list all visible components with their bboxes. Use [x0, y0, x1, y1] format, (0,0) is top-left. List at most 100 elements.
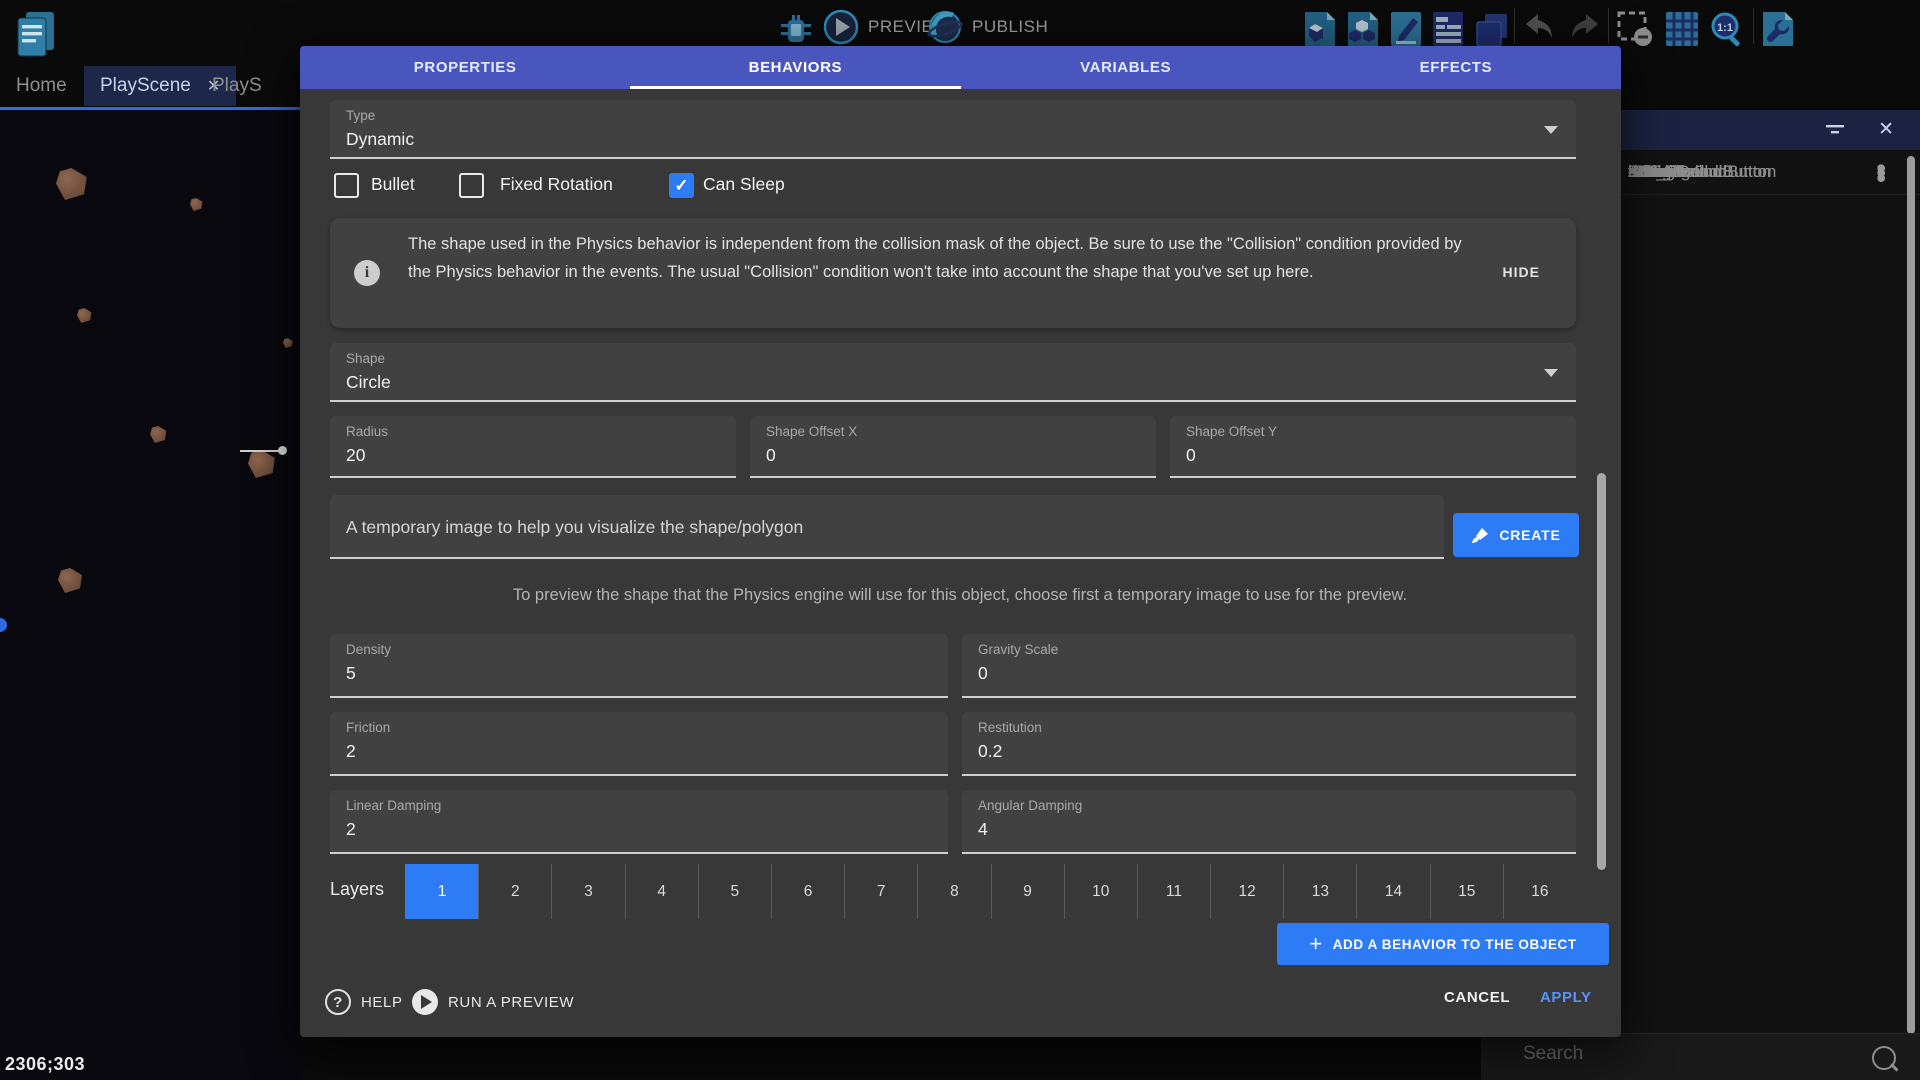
grid-icon[interactable]	[1664, 10, 1700, 48]
shape-fields-row: Radius 20 Shape Offset X 0 Shape Offset …	[330, 416, 1576, 478]
layer-button[interactable]: 12	[1210, 864, 1283, 919]
layer-button[interactable]: 10	[1064, 864, 1137, 919]
help-button[interactable]: ? HELP	[325, 989, 403, 1015]
tab-playscene2[interactable]: PlayS	[196, 66, 278, 106]
object-name: ArrowRoundButton	[1628, 162, 1772, 182]
dialog-scrollbar[interactable]	[1597, 473, 1606, 870]
bullet-label: Bullet	[371, 174, 415, 195]
tab-home-label: Home	[16, 75, 67, 97]
object-menu-icon[interactable]: ●●●	[1876, 165, 1886, 180]
shape-value: Circle	[346, 372, 391, 393]
layers-label: Layers	[330, 879, 384, 900]
gdevelop-window: PREVIEW PUBLISH	[0, 0, 1920, 1080]
asteroid-sprite[interactable]	[248, 450, 276, 478]
number-field[interactable]: Friction 2	[330, 712, 948, 776]
can-sleep-label: Can Sleep	[703, 174, 785, 195]
layer-button[interactable]: 14	[1356, 864, 1429, 919]
filter-icon[interactable]	[1825, 121, 1845, 139]
toolbar-divider	[1608, 8, 1609, 44]
objects-icon[interactable]	[1303, 10, 1337, 48]
run-preview-button[interactable]: RUN A PREVIEW	[412, 989, 574, 1015]
shape-label: Shape	[346, 351, 385, 366]
zoom-1-1-icon[interactable]: 1:1	[1708, 10, 1746, 48]
layer-button[interactable]: 15	[1430, 864, 1503, 919]
layer-button[interactable]: 3	[551, 864, 624, 919]
checkbox-row: Bullet Fixed Rotation ✓ Can Sleep	[300, 173, 1621, 199]
number-field[interactable]: Angular Damping 4	[962, 790, 1576, 854]
tab-home[interactable]: Home	[0, 66, 83, 106]
project-manager-icon[interactable]	[12, 8, 60, 58]
dialog-tab-bar: PROPERTIES BEHAVIORS VARIABLES EFFECTS	[300, 46, 1621, 89]
layer-button[interactable]: 7	[844, 864, 917, 919]
tab-effects[interactable]: EFFECTS	[1291, 46, 1621, 89]
cancel-button[interactable]: CANCEL	[1444, 989, 1510, 1006]
physics-props-grid: Density 5 Gravity Scale 0 Friction 2 Res…	[330, 634, 1576, 854]
gizmo-handle[interactable]	[278, 446, 287, 455]
tab-properties[interactable]: PROPERTIES	[300, 46, 630, 89]
temp-image-field[interactable]: A temporary image to help you visualize …	[330, 495, 1444, 559]
layer-button[interactable]: 1	[405, 864, 478, 919]
number-field[interactable]: Shape Offset X 0	[750, 416, 1156, 478]
asteroid-sprite[interactable]	[77, 308, 92, 323]
asteroid-sprite[interactable]	[56, 168, 88, 200]
preview-hint: To preview the shape that the Physics en…	[340, 586, 1580, 605]
publish-icon	[926, 8, 964, 46]
fixed-rotation-checkbox[interactable]	[459, 173, 484, 198]
tab-playscene2-label: PlayS	[212, 75, 262, 97]
asteroid-sprite[interactable]	[283, 338, 293, 348]
mask-icon[interactable]	[1616, 10, 1654, 48]
asteroid-sprite[interactable]	[190, 198, 203, 211]
type-value: Dynamic	[346, 129, 414, 150]
layer-button[interactable]: 16	[1503, 864, 1576, 919]
toolbar-divider	[1753, 8, 1754, 44]
tab-playscene-label: PlayScene	[100, 75, 191, 97]
events-icon[interactable]	[1431, 10, 1465, 48]
add-behavior-button[interactable]: + ADD A BEHAVIOR TO THE OBJECT	[1277, 923, 1609, 965]
search-input[interactable]	[1521, 1042, 1825, 1066]
create-button[interactable]: CREATE	[1453, 513, 1579, 557]
scene-canvas[interactable]: 2306;303	[0, 107, 302, 1080]
apply-button[interactable]: APPLY	[1540, 989, 1592, 1006]
number-field[interactable]: Radius 20	[330, 416, 736, 478]
hide-button[interactable]: HIDE	[1503, 264, 1540, 280]
debug-icon[interactable]	[778, 12, 814, 48]
layer-button[interactable]: 2	[478, 864, 551, 919]
tab-behaviors[interactable]: BEHAVIORS	[630, 46, 960, 89]
svg-text:1:1: 1:1	[1717, 22, 1733, 34]
publish-button[interactable]: PUBLISH	[926, 8, 1048, 46]
type-label: Type	[346, 108, 375, 123]
tab-variables[interactable]: VARIABLES	[961, 46, 1291, 89]
number-field[interactable]: Restitution 0.2	[962, 712, 1576, 776]
close-icon[interactable]: ✕	[1878, 118, 1894, 141]
redo-icon[interactable]	[1566, 12, 1602, 44]
search-icon	[1872, 1046, 1896, 1070]
layer-button[interactable]: 11	[1137, 864, 1210, 919]
layer-button[interactable]: 5	[698, 864, 771, 919]
tools-icon[interactable]	[1761, 10, 1795, 48]
bullet-checkbox[interactable]	[334, 173, 359, 198]
layers-strip: 1 2 3 4 5 6 7 8 9 10	[405, 864, 1576, 919]
undo-icon[interactable]	[1522, 12, 1558, 44]
number-field[interactable]: Density 5	[330, 634, 948, 698]
layers-icon[interactable]	[1473, 10, 1509, 48]
number-field[interactable]: Gravity Scale 0	[962, 634, 1576, 698]
chevron-down-icon	[1544, 126, 1558, 134]
number-field[interactable]: Shape Offset Y 0	[1170, 416, 1576, 478]
info-text: The shape used in the Physics behavior i…	[408, 231, 1468, 286]
number-field[interactable]: Linear Damping 2	[330, 790, 948, 854]
can-sleep-checkbox[interactable]: ✓	[669, 173, 694, 198]
instances-icon[interactable]	[1346, 10, 1380, 48]
layer-button[interactable]: 9	[991, 864, 1064, 919]
objects-scrollbar[interactable]	[1907, 156, 1915, 1034]
type-select[interactable]: Type Dynamic	[330, 100, 1576, 159]
layer-button[interactable]: 13	[1283, 864, 1356, 919]
layer-button[interactable]: 6	[771, 864, 844, 919]
behavior-dialog: PROPERTIES BEHAVIORS VARIABLES EFFECTS T…	[300, 46, 1621, 1037]
layer-button[interactable]: 4	[625, 864, 698, 919]
layer-button[interactable]: 8	[917, 864, 990, 919]
edit-scene-icon[interactable]	[1389, 10, 1423, 48]
asteroid-sprite[interactable]	[150, 426, 167, 443]
plus-icon: +	[1309, 934, 1322, 954]
asteroid-sprite[interactable]	[58, 568, 83, 593]
shape-select[interactable]: Shape Circle	[330, 343, 1576, 402]
